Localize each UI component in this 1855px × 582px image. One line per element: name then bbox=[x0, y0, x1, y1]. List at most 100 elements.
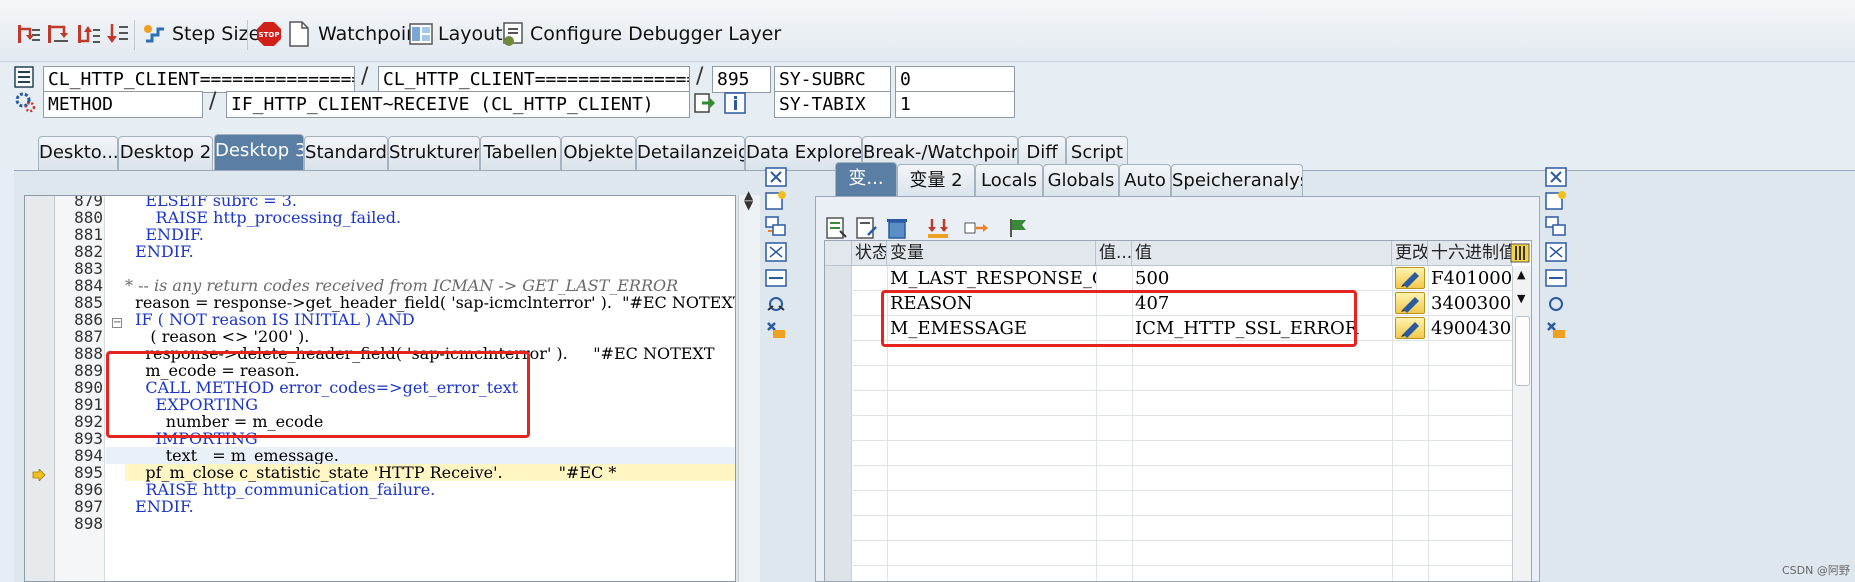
flag-icon[interactable] bbox=[1008, 217, 1030, 239]
services-icon[interactable] bbox=[765, 294, 789, 316]
sysfield1-value[interactable]: 0 bbox=[895, 66, 1015, 93]
navigate-icon[interactable] bbox=[694, 91, 716, 115]
type-field[interactable]: METHOD bbox=[43, 91, 203, 118]
breakpoint-gutter[interactable] bbox=[25, 196, 55, 581]
step-size-button[interactable]: Step Size bbox=[142, 18, 260, 50]
swap-icon[interactable] bbox=[765, 268, 789, 290]
close-tool-icon[interactable] bbox=[765, 167, 789, 189]
editor-scrollbar[interactable]: ▲ ▼ bbox=[738, 188, 760, 582]
tab-var-1[interactable]: 变... bbox=[835, 162, 897, 198]
row-selector[interactable] bbox=[825, 491, 852, 516]
grid-scroll-thumb[interactable] bbox=[1515, 316, 1530, 386]
tab-locals[interactable]: Locals bbox=[975, 164, 1043, 198]
code-line[interactable]: text = m_emessage. bbox=[125, 447, 339, 464]
layout-button[interactable]: Layout bbox=[408, 18, 503, 50]
code-line[interactable]: EXPORTING bbox=[125, 396, 259, 413]
tab-auto[interactable]: Auto bbox=[1119, 164, 1171, 198]
code-line[interactable]: * -- is any return codes received from I… bbox=[125, 277, 678, 294]
replace-tool-icon[interactable] bbox=[765, 216, 789, 238]
tab-speicheranalyse[interactable]: Speicheranalyse bbox=[1171, 164, 1303, 198]
row-selector[interactable] bbox=[825, 391, 852, 416]
col-header-variable[interactable]: 变量 bbox=[887, 241, 1096, 266]
code-line[interactable]: ELSEIF subrc = 3. bbox=[125, 196, 297, 209]
tab-desktop-3[interactable]: Desktop 3 bbox=[214, 134, 304, 170]
tab-detailanzeige[interactable]: Detailanzeige bbox=[636, 136, 745, 170]
fold-toggle[interactable]: − bbox=[112, 318, 122, 328]
configure-layer-button[interactable]: Configure Debugger Layer bbox=[500, 18, 781, 50]
code-line[interactable]: m_ecode = reason. bbox=[125, 362, 299, 379]
row-selector[interactable] bbox=[825, 416, 852, 441]
code-line[interactable]: IF ( NOT reason IS INITIAL ) AND bbox=[125, 311, 415, 328]
stop-button[interactable]: STOP bbox=[256, 18, 286, 50]
row-selector[interactable] bbox=[825, 466, 852, 491]
row-selector[interactable] bbox=[825, 441, 852, 466]
tool-settings-right-icon[interactable] bbox=[1545, 320, 1569, 342]
row-selector[interactable] bbox=[825, 566, 852, 581]
edit-value-button[interactable] bbox=[1395, 267, 1425, 289]
code-line[interactable]: RAISE http_processing_failed. bbox=[125, 209, 402, 226]
details-icon[interactable] bbox=[826, 217, 848, 239]
edit-doc-icon[interactable] bbox=[856, 217, 878, 239]
tab-objekte[interactable]: Objekte bbox=[561, 136, 636, 170]
services-right-icon[interactable] bbox=[1545, 294, 1569, 316]
column-settings-icon[interactable] bbox=[1510, 243, 1530, 263]
grid-scroll-down-icon[interactable]: ▼ bbox=[1517, 292, 1525, 305]
tab-strukturen[interactable]: Strukturen bbox=[388, 136, 480, 170]
row-selector[interactable] bbox=[825, 366, 852, 391]
delete-icon[interactable] bbox=[886, 217, 910, 239]
close-tool-right-icon[interactable] bbox=[1545, 167, 1569, 189]
variable-value-cell[interactable]: ICM_HTTP_SSL_ERROR bbox=[1132, 316, 1392, 341]
hex-value-cell[interactable]: 49004300 bbox=[1428, 316, 1512, 341]
code-line[interactable]: ENDIF. bbox=[125, 498, 194, 515]
tab-var-2[interactable]: 变量 2 bbox=[897, 164, 975, 198]
col-header-hex[interactable]: 十六进制值 bbox=[1428, 241, 1512, 266]
watchpoint-button[interactable]: Watchpoint bbox=[288, 18, 426, 50]
new-tool-icon[interactable] bbox=[765, 190, 789, 212]
code-line[interactable]: IMPORTING bbox=[125, 430, 258, 447]
grid-scroll-up-icon[interactable]: ▲ bbox=[1517, 268, 1525, 281]
include-field[interactable]: CL_HTTP_CLIENT===============... bbox=[378, 66, 690, 93]
col-header-valtype[interactable]: 值... bbox=[1096, 241, 1132, 266]
tab-globals[interactable]: Globals bbox=[1043, 164, 1119, 198]
code-line[interactable]: CALL METHOD error_codes=>get_error_text bbox=[125, 379, 518, 396]
swap-right-icon[interactable] bbox=[1545, 268, 1569, 290]
maximize-icon[interactable] bbox=[765, 242, 789, 264]
row-selector[interactable] bbox=[825, 291, 852, 316]
row-selector[interactable] bbox=[825, 341, 852, 366]
row-selector[interactable] bbox=[825, 516, 852, 541]
variable-name-cell[interactable]: M_LAST_RESPONSE_CODE bbox=[887, 266, 1096, 291]
code-line[interactable]: ENDIF. bbox=[125, 243, 194, 260]
variable-value-cell[interactable]: 407 bbox=[1132, 291, 1392, 316]
maximize-right-icon[interactable] bbox=[1545, 242, 1569, 264]
col-header-change[interactable]: 更改 bbox=[1392, 241, 1428, 266]
variable-name-cell[interactable]: M_EMESSAGE bbox=[887, 316, 1096, 341]
program-field[interactable]: CL_HTTP_CLIENT===============... bbox=[43, 66, 355, 93]
step-over-button[interactable] bbox=[46, 18, 76, 50]
edit-value-button[interactable] bbox=[1395, 292, 1425, 314]
grid-scrollbar[interactable]: ▲ ▼ bbox=[1512, 266, 1531, 581]
code-line[interactable]: ( reason <> '200' ). bbox=[125, 328, 309, 345]
col-header-value[interactable]: 值 bbox=[1132, 241, 1392, 266]
transfer-icon[interactable] bbox=[964, 217, 990, 239]
step-return-button[interactable] bbox=[76, 18, 106, 50]
edit-value-button[interactable] bbox=[1395, 317, 1425, 339]
tool-settings-icon[interactable] bbox=[765, 320, 789, 342]
variables-grid[interactable]: 状态 变量 值... 值 更改 十六进制值 M_LAST_RESPONSE_CO… bbox=[824, 240, 1532, 582]
hex-value-cell[interactable]: 34003000 bbox=[1428, 291, 1512, 316]
replace-tool-right-icon[interactable] bbox=[1545, 216, 1569, 238]
code-line[interactable]: RAISE http_communication_failure. bbox=[125, 481, 435, 498]
sysfield2-name[interactable]: SY-TABIX bbox=[774, 91, 891, 118]
method-field[interactable]: IF_HTTP_CLIENT~RECEIVE (CL_HTTP_CLIENT) bbox=[226, 91, 690, 118]
continue-button[interactable] bbox=[104, 18, 134, 50]
variable-name-cell[interactable]: REASON bbox=[887, 291, 1096, 316]
row-selector[interactable] bbox=[825, 316, 852, 341]
tab-tabellen[interactable]: Tabellen bbox=[480, 136, 561, 170]
sysfield2-value[interactable]: 1 bbox=[895, 91, 1015, 118]
tab-desktop-1[interactable]: Deskto... bbox=[38, 136, 118, 170]
source-editor[interactable]: 879 880 881 882 883 884 885 886 887 888 889 890 891 8… bbox=[24, 195, 736, 582]
row-selector[interactable] bbox=[825, 266, 852, 291]
sysfield1-name[interactable]: SY-SUBRC bbox=[774, 66, 891, 93]
row-selector[interactable] bbox=[825, 541, 852, 566]
new-tool-right-icon[interactable] bbox=[1545, 190, 1569, 212]
variable-value-cell[interactable]: 500 bbox=[1132, 266, 1392, 291]
